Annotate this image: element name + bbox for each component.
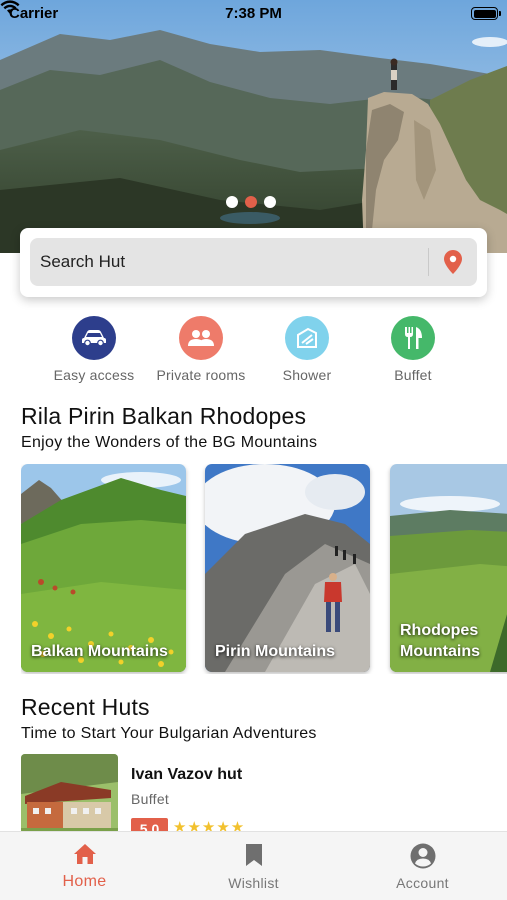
hut-amenity-tag: Buffet	[131, 791, 170, 807]
hut-thumbnail	[21, 754, 118, 834]
carousel-dot-active[interactable]	[245, 196, 257, 208]
tab-account[interactable]: Account	[338, 832, 507, 900]
amenity-filters: Easy access Private rooms Shower Buffet	[0, 316, 507, 386]
tab-bar: Home Wishlist Account	[0, 831, 507, 900]
mountains-section-title: Rila Pirin Balkan Rhodopes	[21, 403, 307, 429]
shower-icon	[285, 316, 329, 360]
home-icon	[73, 844, 96, 864]
car-icon	[72, 316, 116, 360]
hero-mountain-image	[0, 0, 507, 253]
tab-home[interactable]: Home	[0, 832, 169, 900]
mountain-card-label: Pirin Mountains	[215, 643, 335, 660]
tab-label: Home	[62, 873, 107, 890]
amenity-label: Buffet	[394, 367, 432, 383]
mountain-card-label: Rhodopes Mountains	[400, 622, 480, 660]
mountains-section-subtitle: Enjoy the Wonders of the BG Mountains	[21, 434, 318, 451]
mountain-card-pirin[interactable]: Pirin Mountains	[205, 464, 370, 672]
tab-wishlist[interactable]: Wishlist	[169, 832, 338, 900]
account-icon	[410, 843, 435, 869]
amenity-easy-access[interactable]: Easy access	[34, 316, 154, 383]
search-card	[20, 228, 487, 297]
recent-huts-subtitle: Time to Start Your Bulgarian Adventures	[21, 725, 317, 742]
battery-icon	[471, 7, 501, 20]
mountain-cards-carousel[interactable]: Balkan Mountains Pirin Mountains Rhodope…	[21, 464, 507, 674]
hero-carousel[interactable]: Carrier 7:38 PM	[0, 0, 507, 253]
people-icon	[179, 316, 223, 360]
carousel-dots	[226, 196, 276, 208]
amenity-private-rooms[interactable]: Private rooms	[141, 316, 261, 383]
fork-knife-icon	[391, 316, 435, 360]
amenity-buffet[interactable]: Buffet	[353, 316, 473, 383]
mountain-card-label: Balkan Mountains	[31, 643, 168, 660]
bookmark-icon	[245, 844, 262, 866]
status-time: 7:38 PM	[225, 5, 282, 22]
status-bar: Carrier 7:38 PM	[0, 0, 507, 30]
amenity-label: Easy access	[53, 367, 135, 383]
mountain-card-rhodopes[interactable]: Rhodopes Mountains	[390, 464, 507, 672]
tab-label: Wishlist	[228, 875, 279, 891]
hut-list-item[interactable]: Ivan Vazov hut Buffet 5.0 ★★★★★	[21, 754, 487, 840]
amenity-label: Private rooms	[156, 367, 246, 383]
amenity-label: Shower	[282, 367, 332, 383]
hut-name: Ivan Vazov hut	[131, 766, 243, 783]
search-input[interactable]	[40, 238, 420, 286]
carousel-dot[interactable]	[264, 196, 276, 208]
carousel-dot[interactable]	[226, 196, 238, 208]
search-divider	[428, 248, 429, 276]
tab-label: Account	[396, 875, 449, 891]
amenity-shower[interactable]: Shower	[247, 316, 367, 383]
search-field[interactable]	[30, 238, 477, 286]
mountain-card-balkan[interactable]: Balkan Mountains	[21, 464, 186, 672]
location-pin-icon[interactable]	[444, 250, 462, 274]
recent-huts-title: Recent Huts	[21, 694, 150, 720]
